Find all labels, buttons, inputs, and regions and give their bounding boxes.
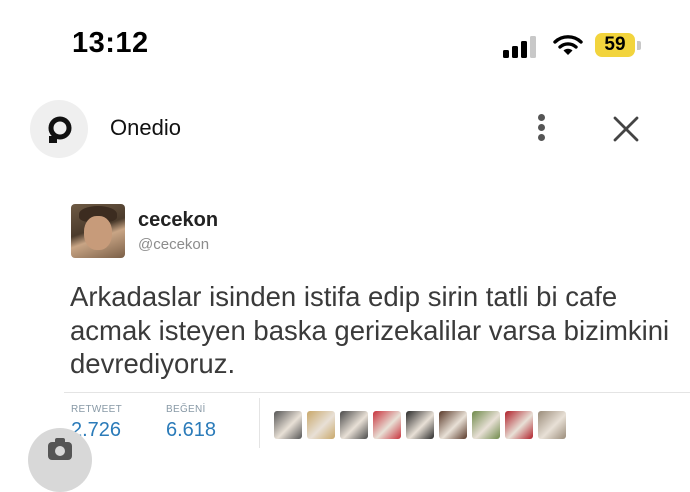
battery-icon: 59 — [595, 33, 635, 57]
user-avatar[interactable] — [71, 204, 125, 258]
status-bar: 13:12 59 — [0, 0, 690, 90]
liker-avatar-5[interactable] — [406, 411, 434, 439]
camera-icon — [48, 438, 72, 460]
retweet-label: RETWEET — [71, 404, 122, 415]
battery-cap — [637, 41, 641, 50]
wifi-icon — [553, 35, 583, 55]
liker-avatar-8[interactable] — [505, 411, 533, 439]
liker-avatar-1[interactable] — [274, 411, 302, 439]
liker-avatar-3[interactable] — [340, 411, 368, 439]
liker-avatar-2[interactable] — [307, 411, 335, 439]
close-icon[interactable] — [610, 113, 642, 145]
more-vertical-icon[interactable] — [527, 109, 557, 145]
like-stat[interactable]: BEĞENİ 6.618 — [166, 404, 216, 442]
onedio-logo-icon[interactable] — [30, 100, 88, 158]
tweet-display-name[interactable]: cecekon — [138, 209, 218, 232]
tweet-text: Arkadaslar isinden istifa edip sirin tat… — [70, 281, 670, 379]
tweet-handle[interactable]: @cecekon — [138, 236, 209, 253]
app-bar: Onedio — [0, 95, 690, 165]
liker-avatar-6[interactable] — [439, 411, 467, 439]
embedded-tweet: cecekon @cecekon Arkadaslar isinden isti… — [0, 195, 690, 459]
like-count: 6.618 — [166, 419, 217, 441]
app-title: Onedio — [110, 115, 181, 140]
cellular-signal-icon — [503, 34, 539, 58]
liker-avatar-4[interactable] — [373, 411, 401, 439]
status-time: 13:12 — [72, 27, 149, 59]
camera-button[interactable] — [28, 428, 92, 492]
liker-avatar-7[interactable] — [472, 411, 500, 439]
like-label: BEĞENİ — [166, 404, 206, 415]
liker-avatar-9[interactable] — [538, 411, 566, 439]
stat-separator — [259, 398, 260, 448]
tweet-divider — [64, 392, 690, 393]
